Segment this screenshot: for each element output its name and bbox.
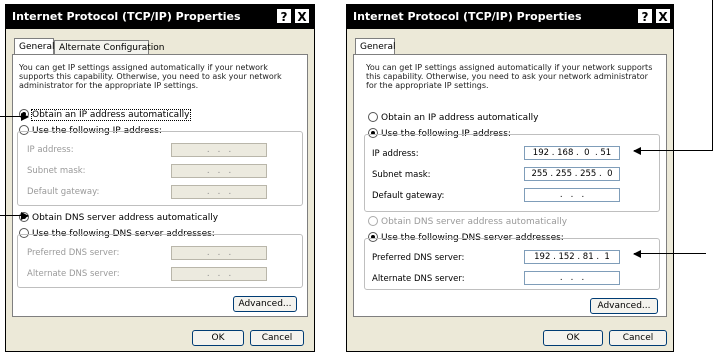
arrowhead-icon xyxy=(21,212,29,220)
pointer-arrow-ip-address xyxy=(633,147,713,155)
pointer-arrow-dns xyxy=(0,212,29,220)
preferred-dns-field: . . . xyxy=(171,246,267,260)
window-title: Internet Protocol (TCP/IP) Properties xyxy=(12,10,241,23)
right-tcpip-dialog: Internet Protocol (TCP/IP) Properties ? … xyxy=(346,4,674,352)
preferred-dns-field[interactable]: 192 . 152 . 81 . 1 xyxy=(524,250,620,264)
general-tab-panel: You can get IP settings assigned automat… xyxy=(12,54,308,317)
obtain-ip-automatically-radio[interactable]: Obtain an IP address automatically xyxy=(19,108,191,121)
close-button[interactable]: X xyxy=(655,8,671,24)
default-gateway-label: Default gateway: xyxy=(27,187,100,197)
tab-general[interactable]: General xyxy=(355,38,395,55)
preferred-dns-label: Preferred DNS server: xyxy=(27,248,120,258)
cancel-button[interactable]: Cancel xyxy=(250,330,304,346)
default-gateway-field: . . . xyxy=(171,185,267,199)
obtain-dns-automatically-radio: Obtain DNS server address automatically xyxy=(368,215,567,228)
alternate-dns-label: Alternate DNS server: xyxy=(372,274,465,284)
subnet-mask-field[interactable]: 255 . 255 . 255 . 0 xyxy=(524,167,620,181)
help-button[interactable]: ? xyxy=(276,8,292,24)
obtain-dns-automatically-radio[interactable]: Obtain DNS server address automatically xyxy=(19,211,218,224)
arrowhead-icon xyxy=(633,250,641,258)
arrowhead-icon xyxy=(21,113,29,121)
ip-address-label: IP address: xyxy=(27,145,74,155)
obtain-ip-automatically-radio[interactable]: Obtain an IP address automatically xyxy=(368,111,539,124)
ok-button[interactable]: OK xyxy=(192,330,244,346)
default-gateway-field[interactable]: . . . xyxy=(524,188,620,202)
alternate-dns-field: . . . xyxy=(171,267,267,281)
alternate-dns-field[interactable]: . . . xyxy=(524,271,620,285)
default-gateway-label: Default gateway: xyxy=(372,191,445,201)
left-tcpip-dialog: Internet Protocol (TCP/IP) Properties ? … xyxy=(5,4,315,352)
ip-address-label: IP address: xyxy=(372,149,419,159)
tab-general[interactable]: General xyxy=(14,38,54,55)
radio-icon xyxy=(368,111,378,122)
ok-button[interactable]: OK xyxy=(543,330,603,346)
pointer-line xyxy=(712,0,713,150)
arrowhead-icon xyxy=(633,147,641,155)
pointer-arrow-preferred-dns xyxy=(633,250,706,258)
cancel-button[interactable]: Cancel xyxy=(609,330,667,346)
ip-address-field: . . . xyxy=(171,143,267,157)
title-bar: Internet Protocol (TCP/IP) Properties ? … xyxy=(347,5,673,29)
advanced-button[interactable]: Advanced... xyxy=(233,296,297,312)
radio-icon xyxy=(368,215,378,226)
general-tab-panel: You can get IP settings assigned automat… xyxy=(353,54,667,317)
subnet-mask-label: Subnet mask: xyxy=(27,166,86,176)
description-text: You can get IP settings assigned automat… xyxy=(19,63,282,90)
ip-address-field[interactable]: 192 . 168 . 0 . 51 xyxy=(524,146,620,160)
help-button[interactable]: ? xyxy=(637,8,653,24)
window-title: Internet Protocol (TCP/IP) Properties xyxy=(353,10,582,23)
title-bar: Internet Protocol (TCP/IP) Properties ? … xyxy=(6,5,314,29)
advanced-button[interactable]: Advanced... xyxy=(590,298,658,314)
subnet-mask-field: . . . xyxy=(171,164,267,178)
preferred-dns-label: Preferred DNS server: xyxy=(372,253,465,263)
pointer-arrow-ip xyxy=(0,113,29,121)
subnet-mask-label: Subnet mask: xyxy=(372,170,431,180)
alternate-dns-label: Alternate DNS server: xyxy=(27,269,120,279)
tab-alternate-configuration[interactable]: Alternate Configuration xyxy=(54,40,164,55)
description-text: You can get IP settings assigned automat… xyxy=(366,63,653,90)
close-button[interactable]: X xyxy=(294,8,310,24)
